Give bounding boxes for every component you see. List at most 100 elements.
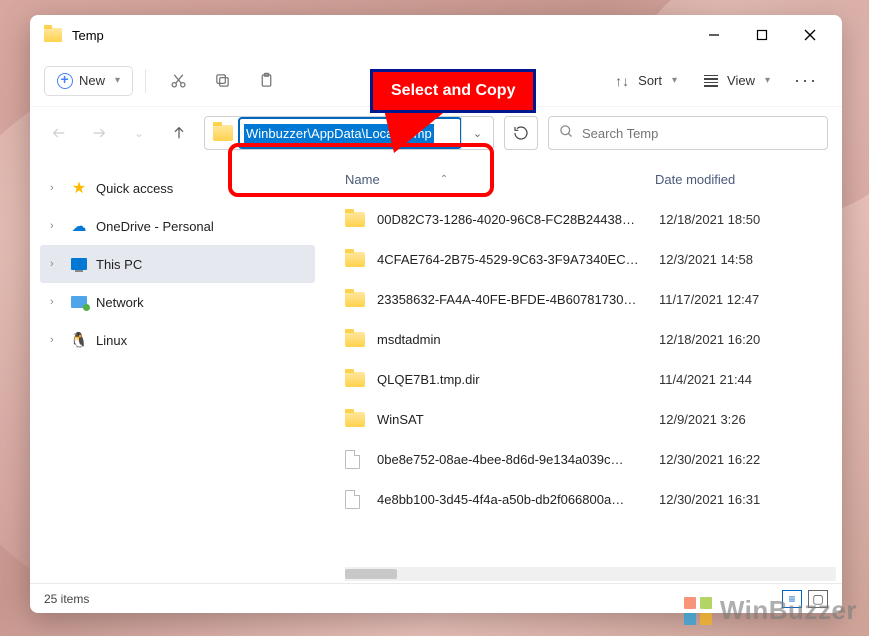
- sidebar-item-this-pc[interactable]: › This PC: [40, 245, 315, 283]
- file-date: 12/18/2021 16:20: [659, 332, 836, 347]
- file-row[interactable]: 00D82C73-1286-4020-96C8-FC28B24438…12/18…: [345, 199, 836, 239]
- file-date: 12/30/2021 16:31: [659, 492, 836, 507]
- chevron-right-icon: ›: [50, 258, 62, 270]
- paste-button[interactable]: [246, 65, 286, 97]
- view-icon: [701, 71, 721, 91]
- file-icon: [345, 450, 367, 469]
- separator: [145, 69, 146, 93]
- refresh-button[interactable]: [504, 116, 538, 150]
- file-icon: [345, 490, 367, 509]
- chevron-down-icon: ▾: [672, 75, 677, 86]
- folder-icon: [345, 292, 367, 307]
- forward-button[interactable]: [84, 118, 114, 148]
- sort-button[interactable]: ↑↓ Sort ▾: [602, 65, 687, 97]
- file-date: 12/9/2021 3:26: [659, 412, 836, 427]
- file-rows[interactable]: 00D82C73-1286-4020-96C8-FC28B24438…12/18…: [325, 199, 842, 567]
- file-row[interactable]: WinSAT12/9/2021 3:26: [345, 399, 836, 439]
- chevron-right-icon: ›: [50, 220, 62, 232]
- file-row[interactable]: 0be8e752-08ae-4bee-8d6d-9e134a039c…12/30…: [345, 439, 836, 479]
- file-explorer-window: Temp New ▾: [30, 15, 842, 613]
- file-name: 4CFAE764-2B75-4529-9C63-3F9A7340EC…: [377, 252, 659, 267]
- column-date[interactable]: Date modified: [655, 172, 822, 187]
- up-button[interactable]: [164, 118, 194, 148]
- file-name: WinSAT: [377, 412, 659, 427]
- sort-icon: ↑↓: [612, 71, 632, 91]
- sidebar: › ★ Quick access › ☁ OneDrive - Personal…: [30, 159, 325, 583]
- minimize-button[interactable]: [690, 15, 738, 55]
- network-icon: [70, 293, 88, 311]
- sort-indicator-icon: ⌃: [440, 174, 448, 185]
- search-box[interactable]: [548, 116, 828, 150]
- watermark-text: WinBuzzer: [720, 595, 857, 626]
- horizontal-scrollbar[interactable]: [345, 567, 836, 581]
- view-button[interactable]: View ▾: [691, 65, 780, 97]
- sidebar-item-onedrive[interactable]: › ☁ OneDrive - Personal: [40, 207, 315, 245]
- folder-icon: [345, 252, 367, 267]
- file-name: 23358632-FA4A-40FE-BFDE-4B60781730…: [377, 292, 659, 307]
- file-list: Name ⌃ Date modified 00D82C73-1286-4020-…: [325, 159, 842, 583]
- file-date: 12/3/2021 14:58: [659, 252, 836, 267]
- folder-icon: [345, 332, 367, 347]
- cut-button[interactable]: [158, 65, 198, 97]
- sidebar-item-linux[interactable]: › 🐧 Linux: [40, 321, 315, 359]
- file-row[interactable]: 4e8bb100-3d45-4f4a-a50b-db2f066800a…12/3…: [345, 479, 836, 519]
- file-date: 12/30/2021 16:22: [659, 452, 836, 467]
- cut-icon: [168, 71, 188, 91]
- monitor-icon: [70, 255, 88, 273]
- maximize-button[interactable]: [738, 15, 786, 55]
- folder-icon: [345, 212, 367, 227]
- linux-icon: 🐧: [70, 331, 88, 349]
- back-button[interactable]: [44, 118, 74, 148]
- item-count: 25 items: [44, 592, 89, 606]
- search-input[interactable]: [582, 126, 817, 141]
- column-name[interactable]: Name ⌃: [345, 172, 655, 187]
- chevron-down-icon: ▾: [115, 75, 120, 86]
- annotation-label: Select and Copy: [370, 69, 536, 113]
- file-date: 11/17/2021 12:47: [659, 292, 836, 307]
- sidebar-item-label: Network: [96, 295, 144, 310]
- sidebar-item-network[interactable]: › Network: [40, 283, 315, 321]
- file-name: 4e8bb100-3d45-4f4a-a50b-db2f066800a…: [377, 492, 659, 507]
- file-name: 0be8e752-08ae-4bee-8d6d-9e134a039c…: [377, 452, 659, 467]
- close-button[interactable]: [786, 15, 834, 55]
- cloud-icon: ☁: [70, 217, 88, 235]
- recent-button[interactable]: ⌄: [124, 118, 154, 148]
- sidebar-item-quick-access[interactable]: › ★ Quick access: [40, 169, 315, 207]
- chevron-right-icon: ›: [50, 296, 62, 308]
- sidebar-item-label: Quick access: [96, 181, 173, 196]
- chevron-right-icon: ›: [50, 334, 62, 346]
- copy-icon: [212, 71, 232, 91]
- file-date: 11/4/2021 21:44: [659, 372, 836, 387]
- chevron-down-icon: ⌄: [473, 127, 482, 140]
- copy-button[interactable]: [202, 65, 242, 97]
- search-icon: [559, 124, 574, 142]
- new-button[interactable]: New ▾: [44, 66, 133, 96]
- file-name: 00D82C73-1286-4020-96C8-FC28B24438…: [377, 212, 659, 227]
- folder-icon: [44, 28, 62, 42]
- folder-icon: [345, 412, 367, 427]
- title-bar: Temp: [30, 15, 842, 55]
- column-headers: Name ⌃ Date modified: [325, 159, 842, 199]
- more-button[interactable]: ···: [784, 64, 828, 97]
- watermark: WinBuzzer: [684, 595, 857, 626]
- file-row[interactable]: msdtadmin12/18/2021 16:20: [345, 319, 836, 359]
- folder-icon: [345, 372, 367, 387]
- plus-circle-icon: [57, 73, 73, 89]
- address-history-button[interactable]: ⌄: [461, 117, 493, 149]
- scrollbar-thumb[interactable]: [345, 569, 397, 579]
- file-date: 12/18/2021 18:50: [659, 212, 836, 227]
- file-row[interactable]: QLQE7B1.tmp.dir11/4/2021 21:44: [345, 359, 836, 399]
- window-title: Temp: [72, 28, 104, 43]
- new-label: New: [79, 73, 105, 88]
- file-row[interactable]: 23358632-FA4A-40FE-BFDE-4B60781730…11/17…: [345, 279, 836, 319]
- file-name: msdtadmin: [377, 332, 659, 347]
- chevron-down-icon: ▾: [765, 75, 770, 86]
- sidebar-item-label: OneDrive - Personal: [96, 219, 214, 234]
- sidebar-item-label: Linux: [96, 333, 127, 348]
- more-icon: ···: [794, 70, 818, 91]
- view-label: View: [727, 73, 755, 88]
- sort-label: Sort: [638, 73, 662, 88]
- paste-icon: [256, 71, 276, 91]
- file-row[interactable]: 4CFAE764-2B75-4529-9C63-3F9A7340EC…12/3/…: [345, 239, 836, 279]
- watermark-logo-icon: [684, 597, 712, 625]
